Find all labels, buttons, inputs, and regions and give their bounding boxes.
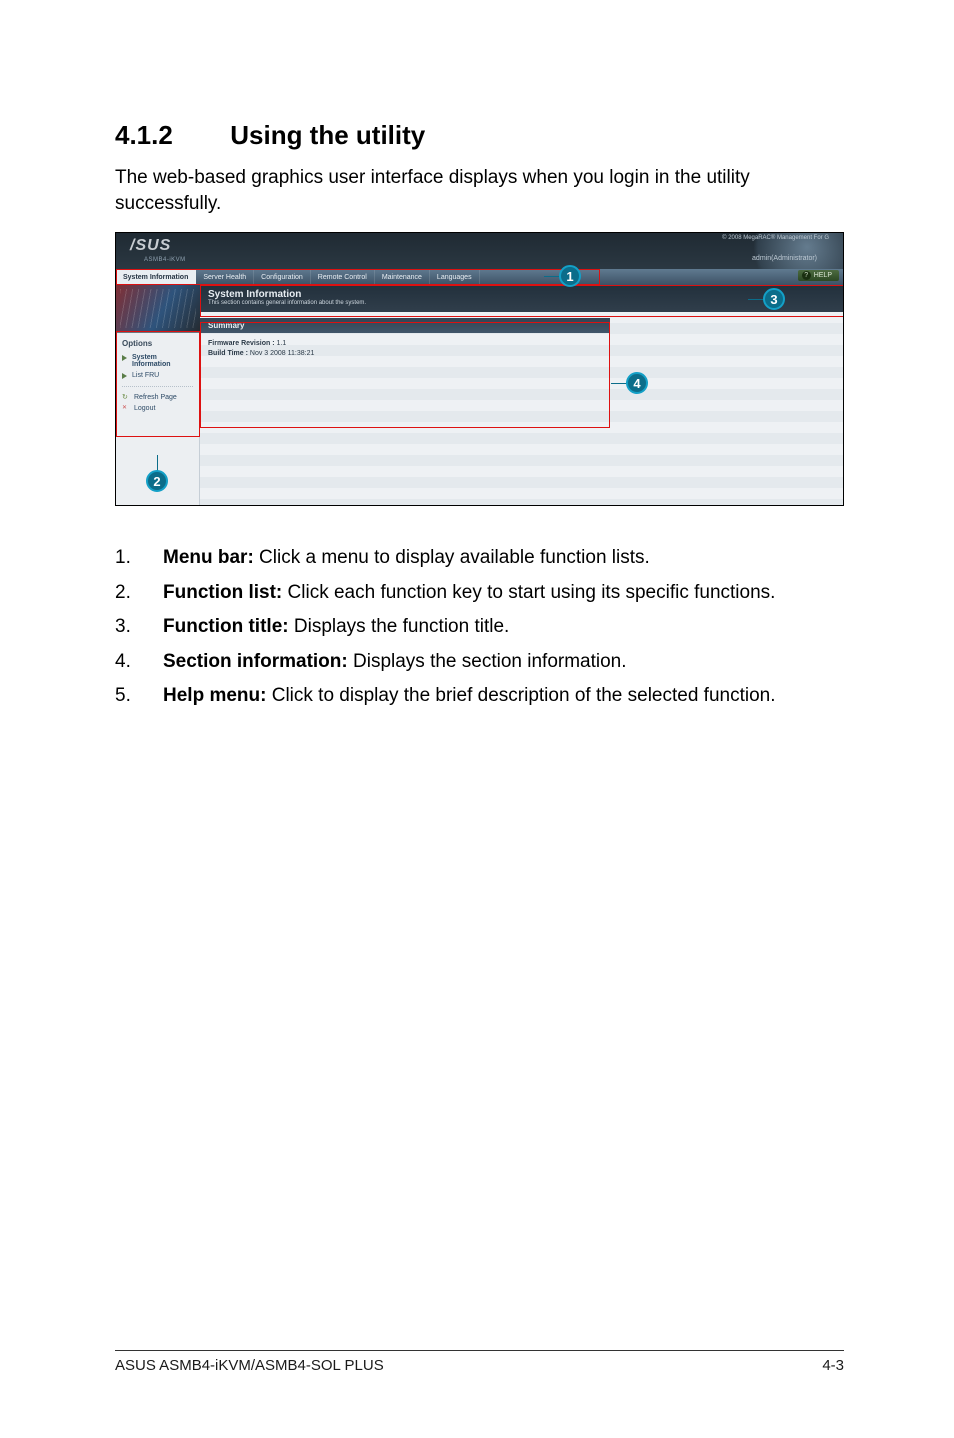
list-desc: Displays the section information. [348, 651, 627, 672]
list-item: 4. Section information: Displays the sec… [115, 648, 844, 677]
menu-item-server-health[interactable]: Server Health [196, 269, 254, 285]
help-label: HELP [814, 272, 832, 279]
leader-4 [611, 383, 627, 384]
main-content-area: Summary Firmware Revision : 1.1 Build Ti… [200, 312, 843, 506]
leader-3 [748, 299, 764, 300]
list-number: 5. [115, 682, 163, 711]
menu-item-maintenance[interactable]: Maintenance [375, 269, 430, 285]
menu-item-configuration[interactable]: Configuration [254, 269, 311, 285]
app-banner: /SUS ASMB4-iKVM © 2008 MegaRAC® Manageme… [116, 233, 843, 269]
leader-1 [544, 276, 560, 277]
list-item: 2. Function list: Click each function ke… [115, 579, 844, 608]
banner-copyright: © 2008 MegaRAC® Management For G [722, 235, 829, 241]
function-title-bar: System Information This section contains… [200, 285, 843, 312]
function-title: System Information [208, 289, 835, 300]
summary-panel: Summary Firmware Revision : 1.1 Build Ti… [200, 318, 610, 365]
sidebar-title: Options [122, 339, 193, 348]
section-title: Using the utility [230, 120, 425, 150]
firmware-label: Firmware Revision : [208, 340, 275, 347]
menu-item-remote-control[interactable]: Remote Control [311, 269, 375, 285]
list-number: 3. [115, 613, 163, 642]
buildtime-value: Nov 3 2008 11:38:21 [250, 350, 314, 357]
section-heading: 4.1.2 Using the utility [115, 120, 844, 151]
menu-bar: System Information Server Health Configu… [116, 269, 843, 285]
firmware-value: 1.1 [276, 340, 286, 347]
menu-item-languages[interactable]: Languages [430, 269, 480, 285]
list-item: 5. Help menu: Click to display the brief… [115, 682, 844, 711]
function-subtitle: This section contains general informatio… [208, 300, 835, 306]
brand-logo: /SUS [130, 237, 171, 255]
section-intro: The web-based graphics user interface di… [115, 165, 844, 216]
list-term: Menu bar: [163, 547, 254, 568]
buildtime-label: Build Time : [208, 350, 248, 357]
list-item: 1. Menu bar: Click a menu to display ava… [115, 544, 844, 573]
help-icon: ? [802, 271, 811, 280]
list-term: Help menu: [163, 685, 266, 706]
list-desc: Click each function key to start using i… [282, 582, 775, 603]
sidebar-logout[interactable]: Logout [122, 403, 193, 414]
page-footer: ASUS ASMB4-iKVM/ASMB4-SOL PLUS 4-3 [115, 1350, 844, 1374]
list-desc: Click to display the brief description o… [266, 685, 775, 706]
leader-2 [157, 455, 158, 471]
summary-header: Summary [200, 318, 610, 333]
footer-right: 4-3 [822, 1357, 844, 1374]
list-item: 3. Function title: Displays the function… [115, 613, 844, 642]
sidebar-divider [122, 386, 193, 387]
summary-row: Firmware Revision : 1.1 [208, 339, 602, 349]
list-term: Section information: [163, 651, 348, 672]
help-button[interactable]: ? HELP [798, 270, 839, 281]
sidebar-item-list-fru[interactable]: List FRU [122, 370, 193, 381]
brand-subtitle: ASMB4-iKVM [144, 257, 186, 263]
preview-thumbnail [116, 285, 200, 333]
sidebar-refresh[interactable]: Refresh Page [122, 392, 193, 403]
footer-left: ASUS ASMB4-iKVM/ASMB4-SOL PLUS [115, 1357, 384, 1374]
list-number: 4. [115, 648, 163, 677]
list-term: Function title: [163, 616, 289, 637]
menu-item-system-information[interactable]: System Information [116, 269, 196, 285]
user-label: admin(Administrator) [752, 255, 817, 262]
list-number: 2. [115, 579, 163, 608]
sidebar-item-system-information[interactable]: System Information [122, 352, 193, 370]
section-number: 4.1.2 [115, 120, 223, 151]
utility-screenshot: /SUS ASMB4-iKVM © 2008 MegaRAC® Manageme… [115, 232, 844, 506]
callout-legend: 1. Menu bar: Click a menu to display ava… [115, 544, 844, 711]
list-number: 1. [115, 544, 163, 573]
list-term: Function list: [163, 582, 282, 603]
list-desc: Displays the function title. [289, 616, 510, 637]
summary-row: Build Time : Nov 3 2008 11:38:21 [208, 349, 602, 359]
list-desc: Click a menu to display available functi… [254, 547, 650, 568]
